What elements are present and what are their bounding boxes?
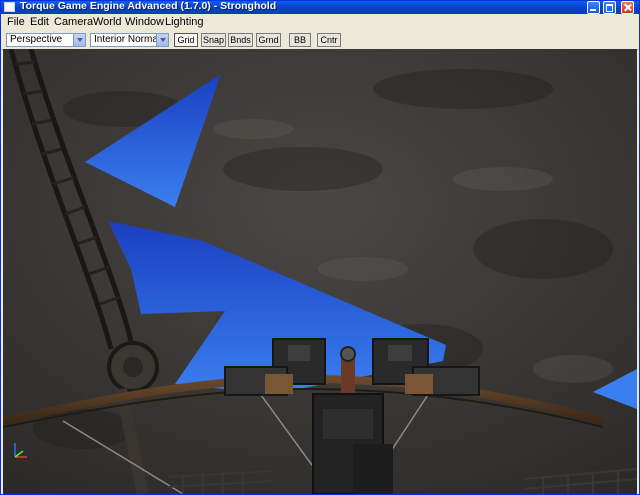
render-mode-select[interactable]: Interior Normal bbox=[90, 33, 169, 47]
3d-viewport[interactable] bbox=[3, 49, 637, 494]
bounds-button[interactable]: Bnds bbox=[228, 33, 253, 47]
ground-button[interactable]: Grnd bbox=[256, 33, 281, 47]
snap-button[interactable]: Snap bbox=[201, 33, 226, 47]
menu-lighting[interactable]: Lighting bbox=[165, 14, 204, 31]
menu-camera[interactable]: Camera bbox=[54, 14, 93, 31]
camera-mode-select[interactable]: Perspective bbox=[6, 33, 86, 47]
menu-file[interactable]: File bbox=[7, 14, 25, 31]
render-mode-value: Interior Normal bbox=[94, 34, 161, 45]
scene-render bbox=[3, 49, 637, 494]
window-app-icon bbox=[4, 2, 15, 12]
axis-gizmo-icon bbox=[14, 443, 27, 458]
menu-window[interactable]: Window bbox=[125, 14, 164, 31]
menu-edit[interactable]: Edit bbox=[30, 14, 49, 31]
editor-toolbar: Perspective Interior Normal Grid Snap Bn… bbox=[1, 31, 639, 50]
menu-world[interactable]: World bbox=[93, 14, 122, 31]
chevron-down-icon[interactable] bbox=[156, 34, 168, 46]
close-icon[interactable] bbox=[621, 1, 634, 14]
maximize-icon[interactable] bbox=[603, 1, 616, 14]
app-window: Torque Game Engine Advanced (1.7.0) - St… bbox=[0, 0, 640, 495]
center-button[interactable]: Cntr bbox=[317, 33, 341, 47]
minimize-icon[interactable] bbox=[587, 1, 600, 14]
chevron-down-icon[interactable] bbox=[73, 34, 85, 46]
window-title: Torque Game Engine Advanced (1.7.0) - St… bbox=[20, 0, 277, 12]
bb-button[interactable]: BB bbox=[289, 33, 311, 47]
menu-bar: File Edit Camera World Window Lighting bbox=[1, 14, 639, 31]
grid-button[interactable]: Grid bbox=[174, 33, 198, 47]
camera-mode-value: Perspective bbox=[10, 34, 63, 45]
title-bar[interactable]: Torque Game Engine Advanced (1.7.0) - St… bbox=[1, 1, 639, 14]
